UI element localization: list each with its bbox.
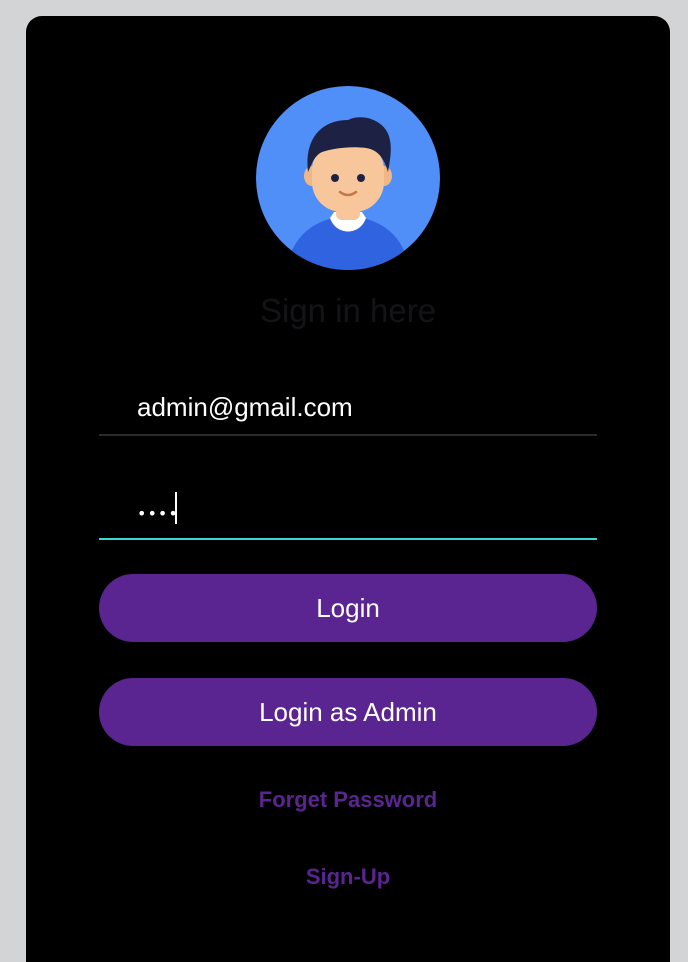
email-field[interactable] [99, 380, 597, 436]
password-value: •••• [137, 504, 179, 523]
login-as-admin-button[interactable]: Login as Admin [99, 678, 597, 746]
user-avatar-icon [256, 86, 440, 270]
text-caret [175, 492, 177, 524]
login-card: Sign in here •••• Login Login as Admin F… [26, 16, 670, 962]
sign-up-link[interactable]: Sign-Up [26, 864, 670, 890]
page-edge [0, 0, 12, 962]
sign-in-heading: Sign in here [259, 292, 437, 329]
login-button[interactable]: Login [99, 574, 597, 642]
forget-password-link[interactable]: Forget Password [26, 787, 670, 813]
password-field[interactable]: •••• [99, 482, 597, 540]
